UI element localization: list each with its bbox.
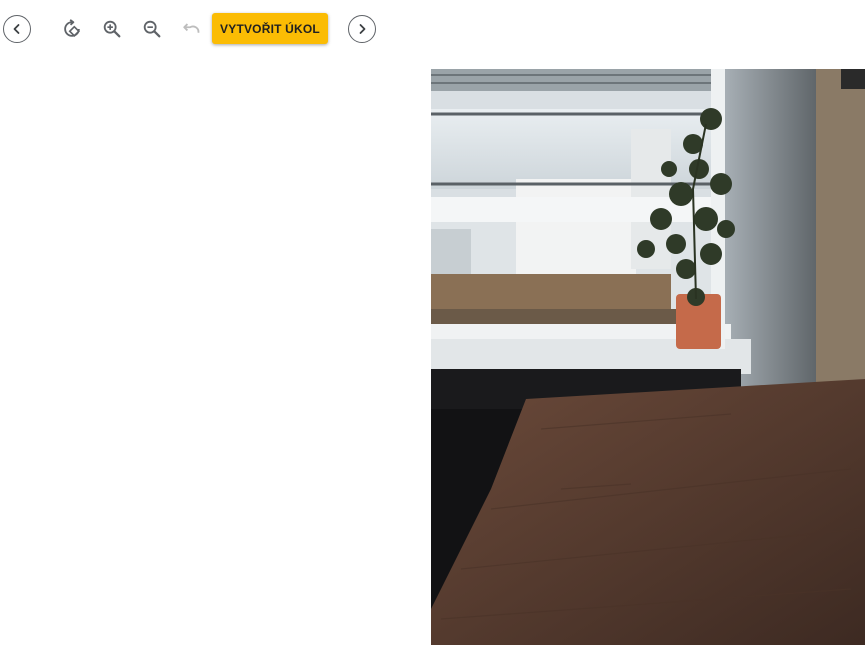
zoom-out-button[interactable]: [140, 17, 164, 41]
zoom-in-icon: [103, 20, 121, 38]
rotate-icon: [64, 19, 80, 37]
undo-button[interactable]: [180, 18, 204, 42]
chevron-left-icon: [13, 24, 20, 34]
zoom-out-icon: [143, 20, 161, 38]
create-task-button[interactable]: VYTVOŘIT ÚKOL: [212, 13, 328, 44]
viewed-photo: [431, 69, 865, 645]
image-viewer-toolbar: VYTVOŘIT ÚKOL: [0, 0, 865, 60]
previous-button[interactable]: [3, 15, 31, 43]
rotate-button[interactable]: [60, 17, 84, 41]
zoom-in-button[interactable]: [100, 17, 124, 41]
next-button[interactable]: [348, 15, 376, 43]
photo-image: [431, 69, 865, 645]
undo-icon: [183, 23, 200, 33]
chevron-right-icon: [359, 24, 366, 34]
